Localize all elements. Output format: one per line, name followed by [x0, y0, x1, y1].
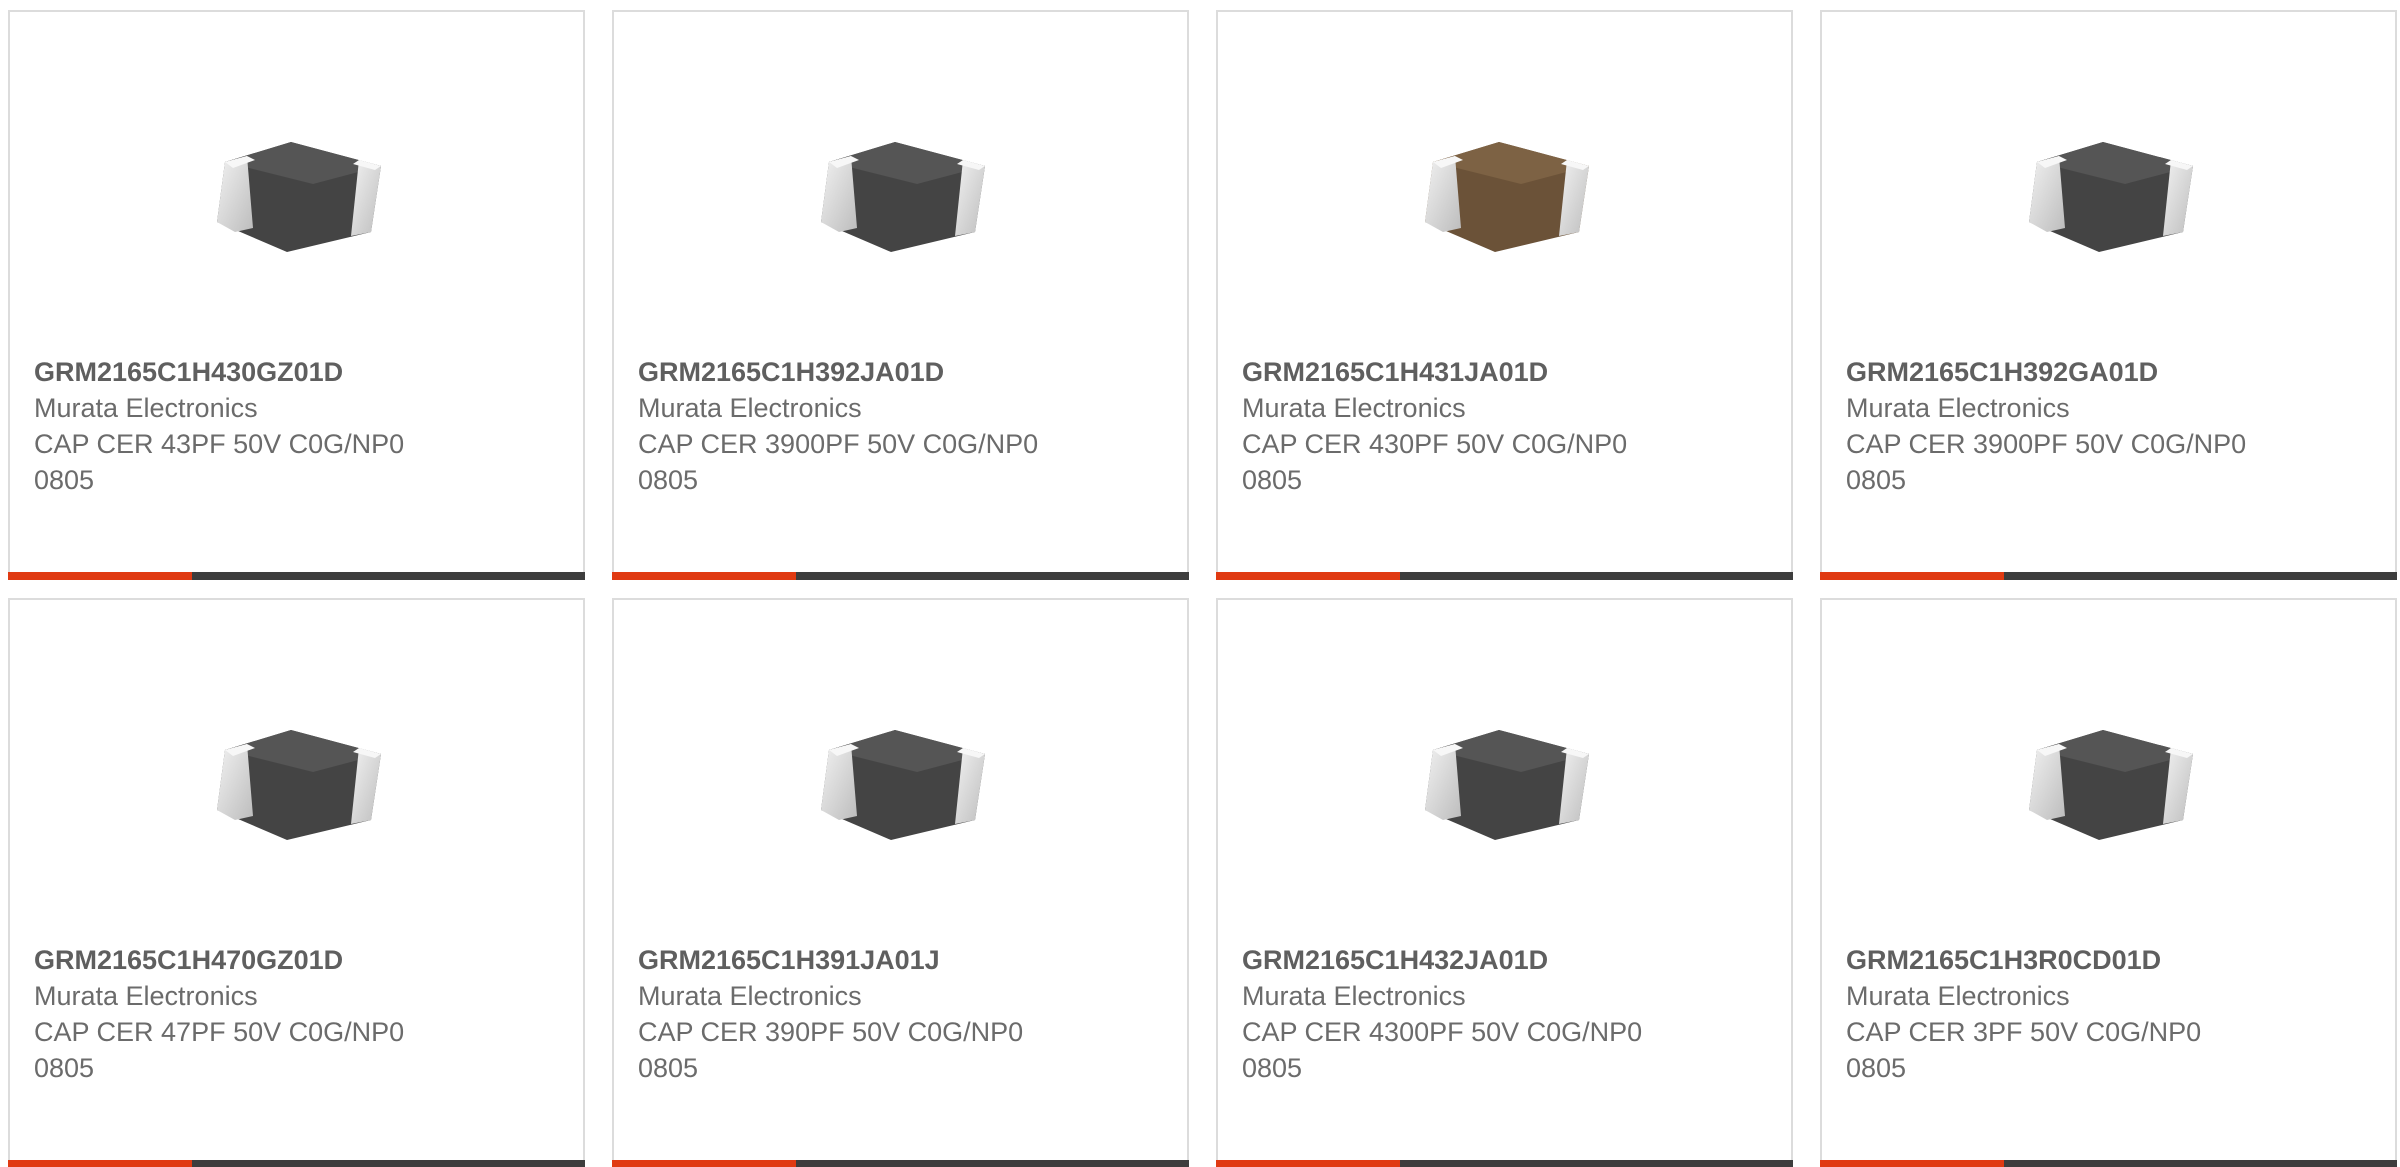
package: 0805	[1242, 465, 1303, 495]
product-card[interactable]: GRM2165C1H392JA01D Murata Electronics CA…	[612, 10, 1189, 580]
package: 0805	[34, 465, 95, 495]
gray-mlcc-chip-image[interactable]	[195, 90, 399, 294]
product-card[interactable]: GRM2165C1H392GA01D Murata Electronics CA…	[1820, 10, 2397, 580]
product-info: GRM2165C1H430GZ01D Murata Electronics CA…	[34, 354, 563, 498]
product-info: GRM2165C1H470GZ01D Murata Electronics CA…	[34, 942, 563, 1086]
brown-mlcc-chip-image[interactable]	[1403, 90, 1607, 294]
manufacturer: Murata Electronics	[1242, 393, 1466, 423]
description: CAP CER 390PF 50V C0G/NP0	[638, 1017, 1024, 1047]
part-number[interactable]: GRM2165C1H392GA01D	[1846, 354, 2375, 390]
package: 0805	[1846, 465, 1907, 495]
part-number[interactable]: GRM2165C1H392JA01D	[638, 354, 1167, 390]
product-grid: GRM2165C1H430GZ01D Murata Electronics CA…	[0, 0, 2400, 1167]
description: CAP CER 3900PF 50V C0G/NP0	[1846, 429, 2247, 459]
card-accent-bar	[1820, 572, 2004, 580]
product-card[interactable]: GRM2165C1H3R0CD01D Murata Electronics CA…	[1820, 598, 2397, 1167]
description: CAP CER 430PF 50V C0G/NP0	[1242, 429, 1628, 459]
card-footer-bar	[1216, 572, 1793, 580]
card-accent-bar	[1820, 1160, 2004, 1167]
package: 0805	[638, 1053, 699, 1083]
gray-mlcc-chip-image[interactable]	[2007, 678, 2211, 882]
part-number[interactable]: GRM2165C1H430GZ01D	[34, 354, 563, 390]
gray-mlcc-chip-image[interactable]	[1403, 678, 1607, 882]
card-footer-bar	[1216, 1160, 1793, 1167]
gray-mlcc-chip-image[interactable]	[799, 90, 1003, 294]
manufacturer: Murata Electronics	[638, 393, 862, 423]
card-footer-bar	[8, 1160, 585, 1167]
description: CAP CER 3PF 50V C0G/NP0	[1846, 1017, 2202, 1047]
product-info: GRM2165C1H431JA01D Murata Electronics CA…	[1242, 354, 1771, 498]
part-number[interactable]: GRM2165C1H391JA01J	[638, 942, 1167, 978]
product-info: GRM2165C1H432JA01D Murata Electronics CA…	[1242, 942, 1771, 1086]
product-card[interactable]: GRM2165C1H391JA01J Murata Electronics CA…	[612, 598, 1189, 1167]
card-accent-bar	[612, 572, 796, 580]
package: 0805	[1846, 1053, 1907, 1083]
card-footer-bar	[612, 1160, 1189, 1167]
part-number[interactable]: GRM2165C1H3R0CD01D	[1846, 942, 2375, 978]
manufacturer: Murata Electronics	[638, 981, 862, 1011]
manufacturer: Murata Electronics	[1846, 393, 2070, 423]
card-accent-bar	[1216, 572, 1400, 580]
card-accent-bar	[612, 1160, 796, 1167]
product-card[interactable]: GRM2165C1H470GZ01D Murata Electronics CA…	[8, 598, 585, 1167]
gray-mlcc-chip-image[interactable]	[2007, 90, 2211, 294]
description: CAP CER 43PF 50V C0G/NP0	[34, 429, 405, 459]
description: CAP CER 47PF 50V C0G/NP0	[34, 1017, 405, 1047]
description: CAP CER 4300PF 50V C0G/NP0	[1242, 1017, 1643, 1047]
part-number[interactable]: GRM2165C1H470GZ01D	[34, 942, 563, 978]
card-accent-bar	[1216, 1160, 1400, 1167]
card-footer-bar	[1820, 1160, 2397, 1167]
product-card[interactable]: GRM2165C1H430GZ01D Murata Electronics CA…	[8, 10, 585, 580]
part-number[interactable]: GRM2165C1H432JA01D	[1242, 942, 1771, 978]
product-info: GRM2165C1H3R0CD01D Murata Electronics CA…	[1846, 942, 2375, 1086]
product-card[interactable]: GRM2165C1H432JA01D Murata Electronics CA…	[1216, 598, 1793, 1167]
gray-mlcc-chip-image[interactable]	[799, 678, 1003, 882]
manufacturer: Murata Electronics	[1846, 981, 2070, 1011]
product-info: GRM2165C1H392GA01D Murata Electronics CA…	[1846, 354, 2375, 498]
manufacturer: Murata Electronics	[34, 981, 258, 1011]
package: 0805	[1242, 1053, 1303, 1083]
package: 0805	[34, 1053, 95, 1083]
card-footer-bar	[612, 572, 1189, 580]
card-accent-bar	[8, 572, 192, 580]
gray-mlcc-chip-image[interactable]	[195, 678, 399, 882]
product-info: GRM2165C1H392JA01D Murata Electronics CA…	[638, 354, 1167, 498]
package: 0805	[638, 465, 699, 495]
card-accent-bar	[8, 1160, 192, 1167]
product-card[interactable]: GRM2165C1H431JA01D Murata Electronics CA…	[1216, 10, 1793, 580]
product-info: GRM2165C1H391JA01J Murata Electronics CA…	[638, 942, 1167, 1086]
manufacturer: Murata Electronics	[34, 393, 258, 423]
description: CAP CER 3900PF 50V C0G/NP0	[638, 429, 1039, 459]
card-footer-bar	[1820, 572, 2397, 580]
card-footer-bar	[8, 572, 585, 580]
manufacturer: Murata Electronics	[1242, 981, 1466, 1011]
part-number[interactable]: GRM2165C1H431JA01D	[1242, 354, 1771, 390]
